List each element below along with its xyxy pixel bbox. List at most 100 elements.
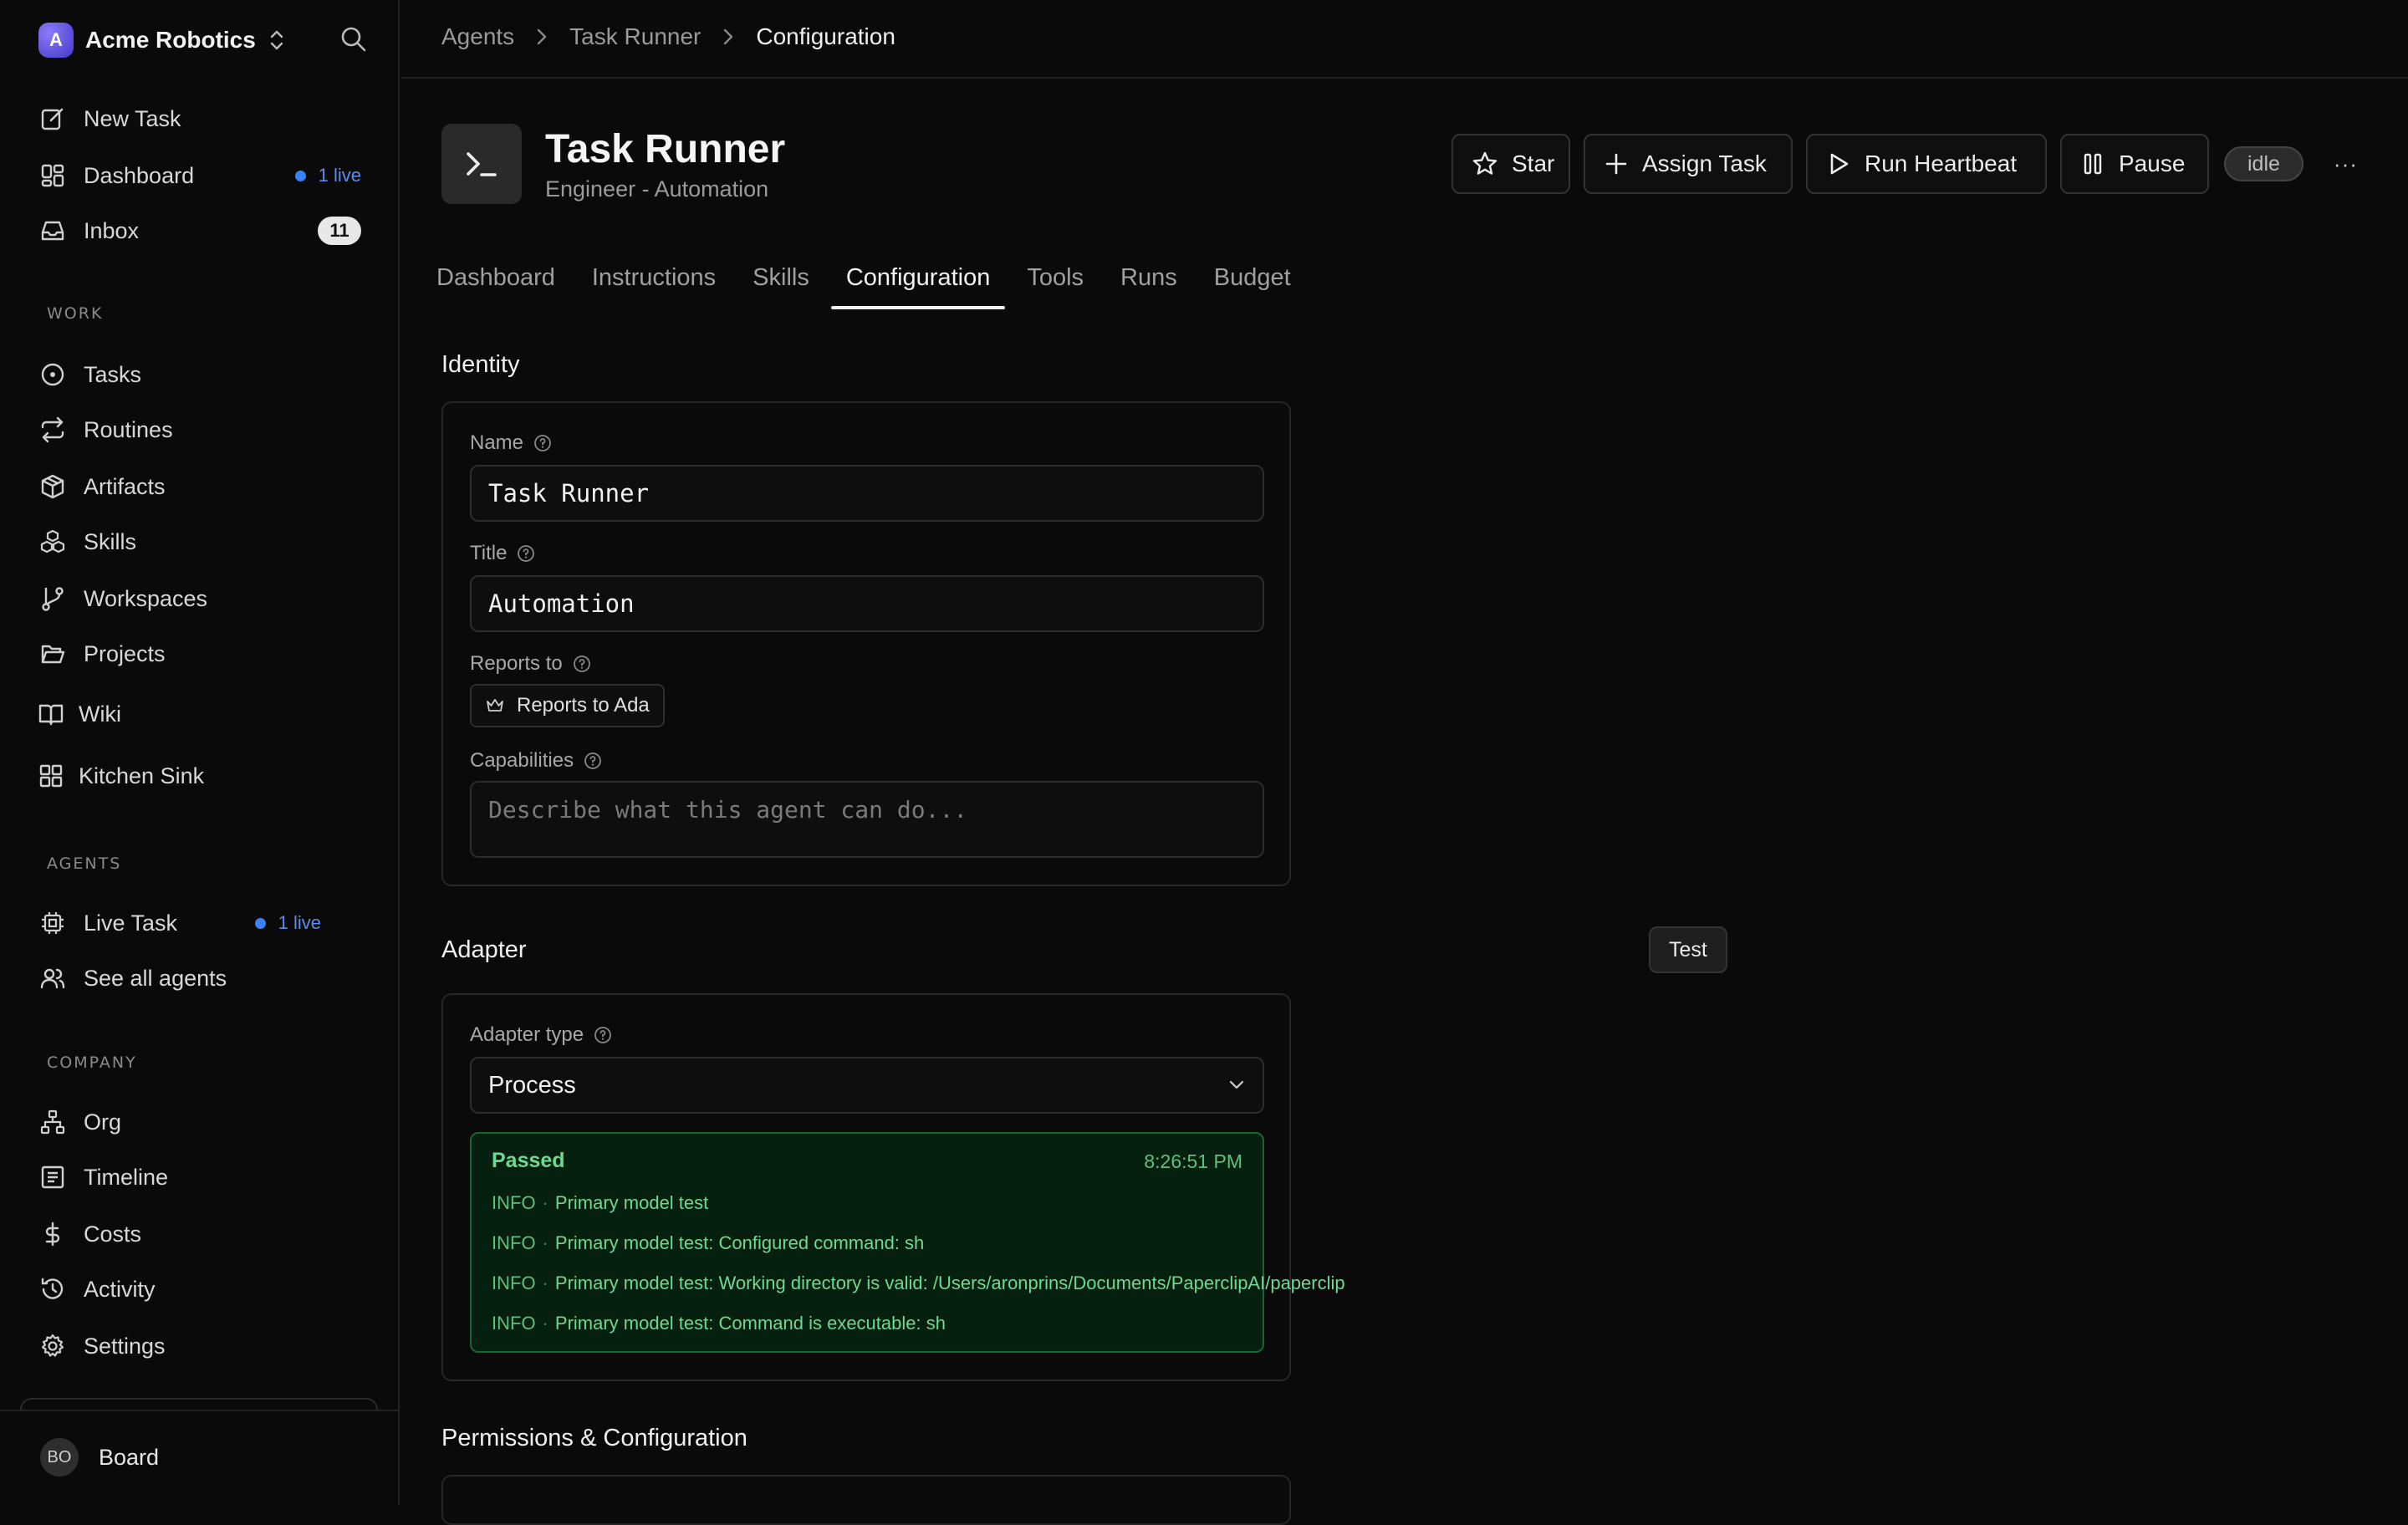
more-options-icon[interactable]: ··· (2334, 151, 2358, 177)
tab-runs[interactable]: Runs (1105, 251, 1192, 311)
sidebar-item-inbox[interactable]: Inbox 11 (38, 207, 361, 254)
sidebar-item-org[interactable]: Org (38, 1099, 361, 1145)
section-label-work: WORK (47, 304, 103, 323)
capabilities-label: Capabilities (470, 749, 602, 773)
adapter-card: Adapter type Process Passed 8:26:51 PM I… (441, 993, 1291, 1381)
adapter-type-label: Adapter type (470, 1023, 612, 1047)
sidebar-item-timeline[interactable]: Timeline (38, 1154, 361, 1201)
sidebar-item-label: Inbox (84, 218, 139, 244)
user-name: Board (99, 1445, 159, 1471)
test-button[interactable]: Test (1649, 926, 1727, 973)
agent-actions: Star Assign Task Run Heartbeat Pause idl… (1451, 134, 2358, 194)
history-icon (38, 1275, 67, 1303)
sidebar-item-tasks[interactable]: Tasks (38, 351, 361, 398)
tab-tools[interactable]: Tools (1012, 251, 1099, 311)
help-icon[interactable] (533, 434, 552, 452)
sidebar-item-workspaces[interactable]: Workspaces (38, 575, 361, 622)
sidebar-item-routines[interactable]: Routines (38, 406, 361, 453)
run-heartbeat-label: Run Heartbeat (1865, 150, 2017, 177)
sidebar: A Acme Robotics New Task Dashboard 1 liv… (0, 0, 400, 1505)
sidebar-item-kitchen-sink[interactable]: Kitchen Sink (37, 752, 360, 799)
tab-skills[interactable]: Skills (737, 251, 824, 311)
sidebar-item-skills[interactable]: Skills (38, 518, 361, 565)
permissions-section-title: Permissions & Configuration (441, 1425, 747, 1452)
help-icon[interactable] (584, 752, 602, 770)
title-label: Title (470, 542, 535, 565)
section-label-company: COMPANY (47, 1053, 137, 1072)
sidebar-item-label: Routines (84, 417, 173, 443)
permissions-card (441, 1475, 1291, 1525)
assign-task-button[interactable]: Assign Task (1584, 134, 1793, 194)
tab-configuration[interactable]: Configuration (831, 251, 1006, 311)
org-chart-icon (38, 1108, 67, 1136)
agent-role: Engineer - Automation (545, 176, 785, 202)
repeat-icon (38, 416, 67, 444)
adapter-type-select[interactable]: Process (470, 1057, 1264, 1114)
sidebar-item-wiki[interactable]: Wiki (37, 691, 360, 737)
run-heartbeat-button[interactable]: Run Heartbeat (1806, 134, 2047, 194)
folder-open-icon (38, 640, 67, 668)
tab-dashboard[interactable]: Dashboard (421, 251, 570, 311)
tab-bar: Dashboard Instructions Skills Configurat… (421, 251, 1313, 311)
sidebar-item-projects[interactable]: Projects (38, 630, 361, 677)
status-badge: idle (2224, 146, 2303, 181)
users-icon (38, 964, 67, 992)
sidebar-item-new-task[interactable]: New Task (38, 95, 361, 142)
breadcrumb-agents[interactable]: Agents (441, 23, 514, 50)
play-icon (1826, 151, 1851, 176)
user-menu[interactable]: BO Board (40, 1438, 159, 1477)
sidebar-item-activity[interactable]: Activity (38, 1266, 361, 1313)
assign-task-label: Assign Task (1642, 150, 1767, 177)
chevron-updown-icon (268, 28, 286, 52)
sidebar-item-dashboard[interactable]: Dashboard 1 live (38, 152, 361, 199)
help-icon[interactable] (573, 655, 591, 673)
sidebar-item-label: Activity (84, 1277, 156, 1303)
tab-budget[interactable]: Budget (1199, 251, 1306, 311)
capabilities-textarea[interactable]: Describe what this agent can do... (470, 781, 1264, 858)
help-icon[interactable] (594, 1026, 612, 1044)
log-line: INFO·Primary model test: Configured comm… (492, 1232, 924, 1254)
sidebar-item-settings[interactable]: Settings (38, 1323, 361, 1369)
boxes-icon (38, 528, 67, 556)
sidebar-item-label: Live Task (84, 910, 177, 936)
tab-instructions[interactable]: Instructions (577, 251, 731, 311)
sidebar-item-label: Skills (84, 529, 136, 555)
help-icon[interactable] (517, 544, 535, 563)
sidebar-item-live-task[interactable]: Live Task 1 live (38, 900, 361, 946)
reports-to-select[interactable]: Reports to Ada (470, 684, 665, 727)
star-icon (1472, 150, 1498, 177)
sidebar-item-artifacts[interactable]: Artifacts (38, 463, 361, 510)
chevron-right-icon (722, 28, 734, 46)
sidebar-item-costs[interactable]: Costs (38, 1211, 361, 1257)
pause-label: Pause (2119, 150, 2185, 177)
search-icon[interactable] (339, 25, 368, 54)
sidebar-item-label: Kitchen Sink (79, 763, 204, 789)
breadcrumb: Agents Task Runner Configuration (441, 23, 895, 50)
sidebar-item-label: Dashboard (84, 163, 194, 189)
identity-section-title: Identity (441, 351, 520, 379)
breadcrumb-task-runner[interactable]: Task Runner (569, 23, 701, 50)
sidebar-item-label: Org (84, 1109, 121, 1135)
star-button-label: Star (1512, 150, 1554, 177)
book-open-icon (37, 700, 65, 728)
live-indicator: 1 live (255, 912, 321, 934)
workspace-switcher[interactable]: A Acme Robotics (38, 22, 373, 59)
pause-button[interactable]: Pause (2060, 134, 2209, 194)
sidebar-item-label: Wiki (79, 701, 121, 727)
sidebar-item-label: See all agents (84, 966, 227, 992)
star-button[interactable]: Star (1451, 134, 1570, 194)
name-field[interactable]: Task Runner (470, 465, 1264, 522)
chevron-right-icon (536, 28, 548, 46)
package-icon (38, 472, 67, 501)
title-field[interactable]: Automation (470, 575, 1264, 632)
reports-to-label: Reports to (470, 652, 591, 676)
chevron-down-icon (1227, 1079, 1246, 1091)
cpu-icon (38, 909, 67, 937)
agent-header: Task Runner Engineer - Automation (441, 124, 785, 204)
sidebar-item-see-all-agents[interactable]: See all agents (38, 955, 361, 1002)
sidebar-item-label: Artifacts (84, 474, 166, 500)
plus-icon (1604, 151, 1629, 176)
avatar: BO (40, 1438, 79, 1477)
page-title: Task Runner (545, 126, 785, 173)
test-result-panel: Passed 8:26:51 PM INFO·Primary model tes… (470, 1132, 1264, 1353)
